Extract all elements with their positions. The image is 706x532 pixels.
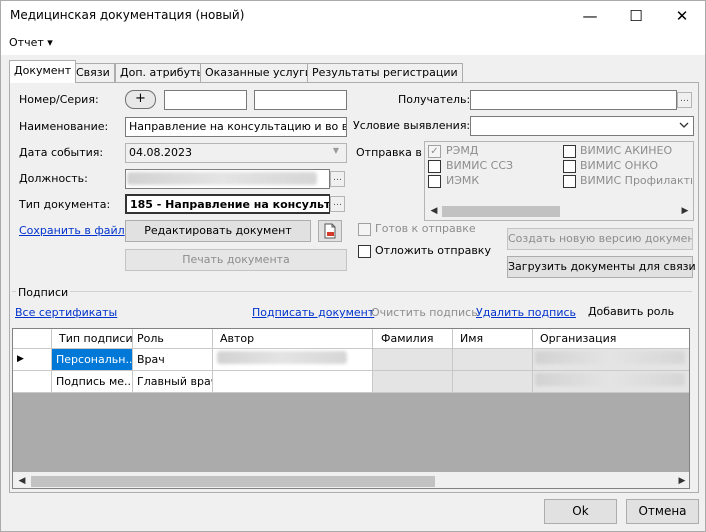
all-certificates-link[interactable]: Все сертификаты bbox=[15, 306, 117, 319]
row-signature-type[interactable]: Подпись ме... bbox=[52, 371, 133, 393]
recipient-label: Получатель: bbox=[398, 93, 471, 106]
document-export-icon bbox=[324, 223, 336, 239]
tab-links[interactable]: Связи bbox=[71, 63, 115, 82]
save-to-file-link[interactable]: Сохранить в файл bbox=[19, 224, 125, 237]
cancel-button[interactable]: Отмена bbox=[626, 499, 699, 524]
send-remd-checkbox[interactable]: ✓ bbox=[428, 145, 441, 158]
doc-type-browse-icon[interactable]: … bbox=[330, 196, 345, 212]
grid-scroll-right-icon[interactable]: ▶ bbox=[674, 473, 689, 488]
send-vimis-akineo-label: ВИМИС АКИНЕО bbox=[580, 144, 673, 157]
tab-document[interactable]: Документ bbox=[9, 60, 77, 83]
author-redacted bbox=[217, 351, 347, 364]
clear-signature-text: Очистить подпись bbox=[371, 306, 478, 319]
chevron-down-icon bbox=[679, 122, 689, 128]
send-iemk-label: ИЭМК bbox=[446, 174, 480, 187]
tab-registration-results[interactable]: Результаты регистрации bbox=[307, 63, 463, 82]
name-label: Наименование: bbox=[19, 120, 109, 133]
grid-header: Тип подписи Роль Автор Фамилия Имя Орган… bbox=[13, 329, 689, 349]
row-last-name[interactable] bbox=[373, 349, 453, 371]
doc-type-field[interactable]: 185 - Направление на консультацию и во в… bbox=[125, 194, 330, 214]
title-bar: Медицинская документация (новый) — ☐ ✕ bbox=[1, 1, 705, 31]
minimize-icon[interactable]: — bbox=[567, 1, 613, 31]
close-icon[interactable]: ✕ bbox=[659, 1, 705, 31]
send-vimis-ssz-label: ВИМИС ССЗ bbox=[446, 159, 514, 172]
number-series-label: Номер/Серия: bbox=[19, 93, 99, 106]
ready-to-send-checkbox[interactable] bbox=[358, 223, 371, 236]
row-role[interactable]: Главный врач bbox=[133, 371, 213, 393]
recipient-field[interactable] bbox=[470, 90, 677, 110]
row-first-name[interactable] bbox=[453, 349, 533, 371]
ok-button[interactable]: Ok bbox=[544, 499, 617, 524]
event-date-value: 04.08.2023 bbox=[129, 146, 192, 159]
edit-document-button[interactable]: Редактировать документ bbox=[125, 220, 311, 242]
send-vimis-akineo-checkbox[interactable] bbox=[563, 145, 576, 158]
column-header-author[interactable]: Автор bbox=[213, 329, 373, 349]
send-vimis-prevention-label: ВИМИС Профилактика bbox=[580, 174, 692, 187]
postpone-send-label: Отложить отправку bbox=[375, 244, 491, 257]
signatures-divider bbox=[12, 291, 692, 292]
column-header-type[interactable]: Тип подписи bbox=[52, 329, 133, 349]
send-vimis-prevention-checkbox[interactable] bbox=[563, 175, 576, 188]
send-list-scroll-thumb[interactable] bbox=[442, 206, 560, 217]
send-to-label: Отправка в bbox=[356, 146, 422, 159]
grid-scroll-left-icon[interactable]: ◀ bbox=[14, 473, 30, 488]
row-first-name[interactable] bbox=[453, 371, 533, 393]
number-field[interactable] bbox=[164, 90, 247, 110]
event-date-label: Дата события: bbox=[19, 146, 104, 159]
row-indicator bbox=[13, 371, 52, 393]
delete-signature-link[interactable]: Удалить подпись bbox=[476, 306, 576, 319]
position-redacted bbox=[127, 172, 317, 185]
column-header-last-name[interactable]: Фамилия bbox=[373, 329, 453, 349]
row-signature-type[interactable]: Персональн... bbox=[52, 349, 133, 371]
series-field[interactable] bbox=[254, 90, 347, 110]
send-remd-label: РЭМД bbox=[446, 144, 479, 157]
send-vimis-ssz-checkbox[interactable] bbox=[428, 160, 441, 173]
scroll-left-icon[interactable]: ◀ bbox=[426, 203, 442, 219]
position-label: Должность: bbox=[19, 172, 88, 185]
row-indicator-icon: ▶ bbox=[13, 349, 52, 371]
name-field[interactable]: Направление на консультацию и во вспомог… bbox=[125, 117, 347, 137]
scroll-right-icon[interactable]: ▶ bbox=[677, 203, 693, 219]
tab-services[interactable]: Оказанные услуги bbox=[200, 63, 317, 82]
organization-redacted bbox=[535, 351, 685, 364]
row-last-name[interactable] bbox=[373, 371, 453, 393]
condition-label: Условие выявления: bbox=[353, 119, 471, 132]
dialog-window: Медицинская документация (новый) — ☐ ✕ О… bbox=[0, 0, 706, 532]
send-iemk-checkbox[interactable] bbox=[428, 175, 441, 188]
menu-bar: Отчет ▾ bbox=[1, 31, 705, 55]
add-role-button[interactable]: Добавить роль bbox=[581, 301, 681, 323]
column-header-organization[interactable]: Организация bbox=[533, 329, 689, 349]
sign-document-link[interactable]: Подписать документ bbox=[252, 306, 374, 319]
send-vimis-onko-label: ВИМИС ОНКО bbox=[580, 159, 659, 172]
grid-header-corner bbox=[13, 329, 52, 349]
organization-redacted bbox=[535, 373, 685, 386]
row-author[interactable] bbox=[213, 371, 373, 393]
date-dropdown-icon: ▼ bbox=[332, 146, 340, 155]
doc-type-label: Тип документа: bbox=[19, 198, 111, 211]
event-date-field: 04.08.2023 bbox=[125, 143, 347, 163]
pdf-export-button[interactable] bbox=[318, 220, 342, 242]
create-version-button[interactable]: Создать новую версию документ bbox=[507, 228, 693, 250]
row-role[interactable]: Врач bbox=[133, 349, 213, 371]
window-title: Медицинская документация (новый) bbox=[10, 8, 245, 22]
ready-to-send-label: Готов к отправке bbox=[375, 222, 476, 235]
maximize-icon[interactable]: ☐ bbox=[613, 1, 659, 31]
tab-extra-attributes[interactable]: Доп. атрибуты bbox=[115, 63, 211, 82]
load-documents-button[interactable]: Загрузить документы для связи bbox=[507, 256, 696, 278]
print-document-button[interactable]: Печать документа bbox=[125, 249, 347, 271]
grid-scroll-thumb[interactable] bbox=[31, 476, 435, 487]
column-header-first-name[interactable]: Имя bbox=[453, 329, 533, 349]
menu-report[interactable]: Отчет ▾ bbox=[9, 36, 53, 49]
condition-select[interactable] bbox=[470, 116, 694, 136]
recipient-browse-icon[interactable]: … bbox=[677, 92, 692, 108]
signatures-legend: Подписи bbox=[16, 286, 71, 299]
position-browse-icon[interactable]: … bbox=[330, 171, 345, 187]
postpone-send-checkbox[interactable] bbox=[358, 245, 371, 258]
send-vimis-onko-checkbox[interactable] bbox=[563, 160, 576, 173]
add-number-button[interactable]: + bbox=[125, 90, 156, 109]
column-header-role[interactable]: Роль bbox=[133, 329, 213, 349]
